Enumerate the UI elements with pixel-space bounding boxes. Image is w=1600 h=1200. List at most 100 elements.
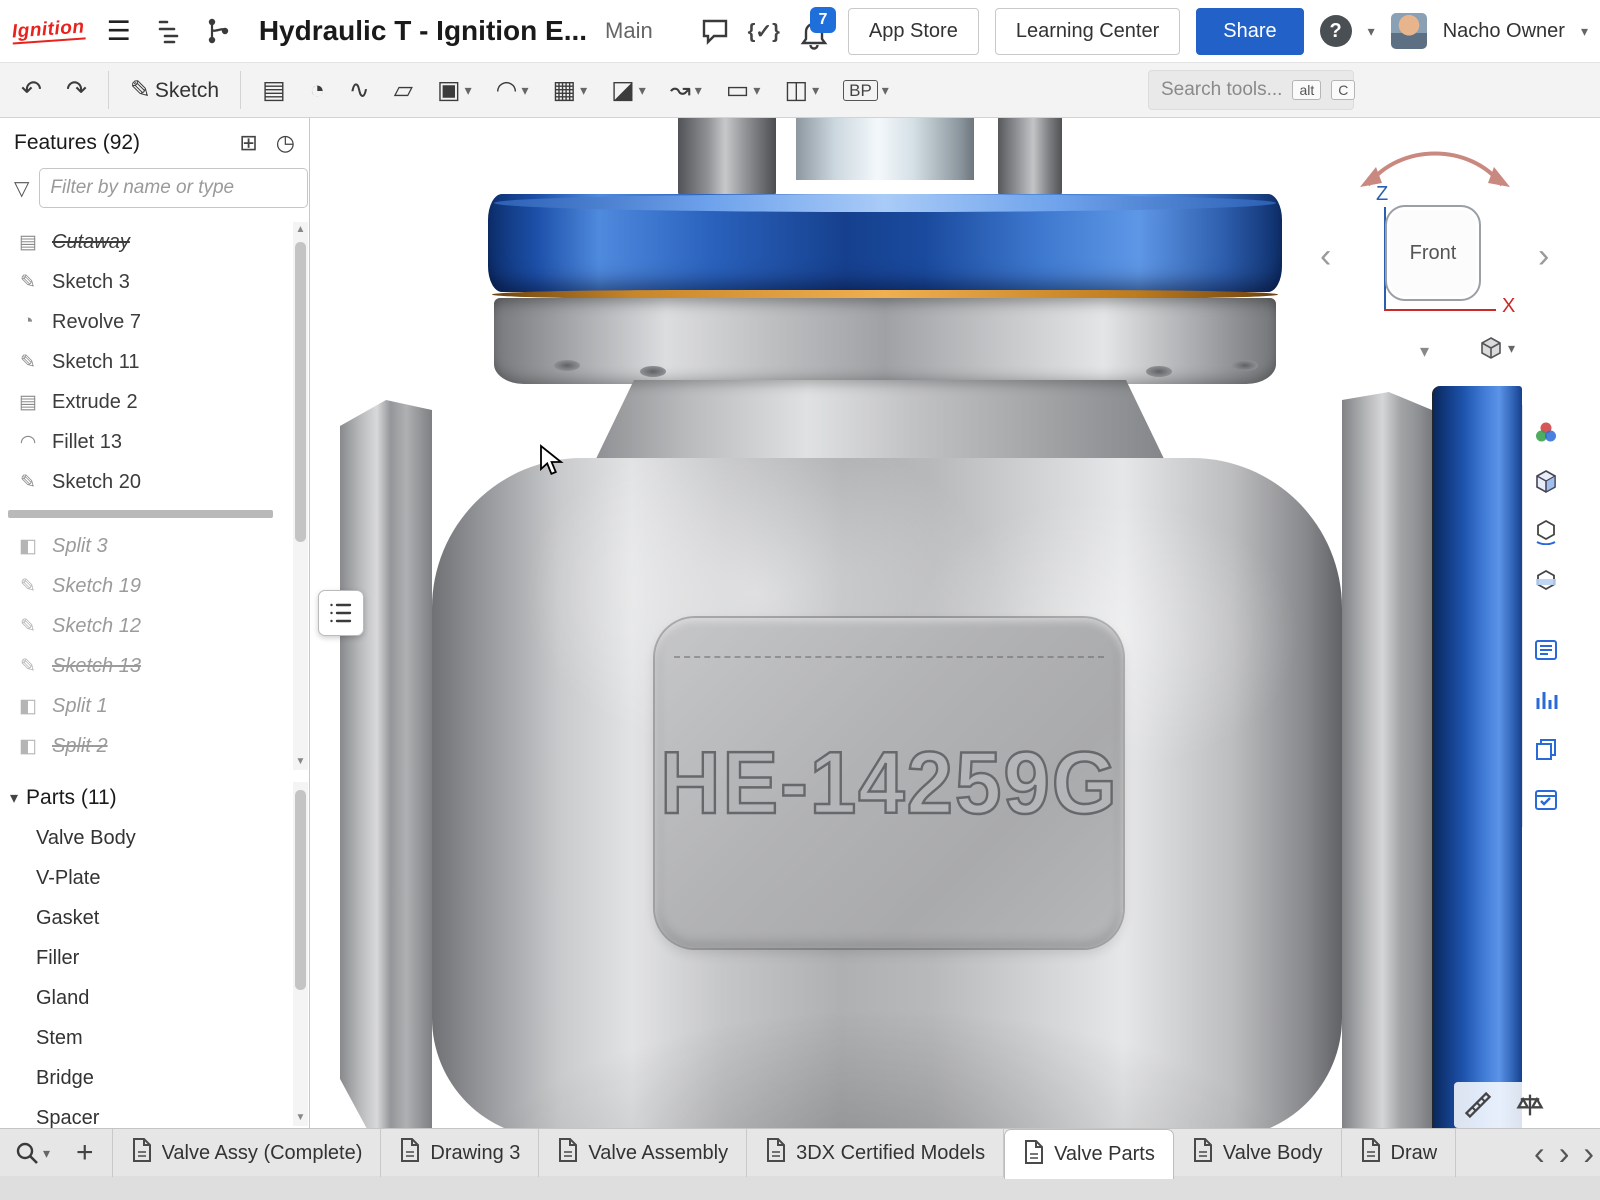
undo-button[interactable]: ↶	[14, 74, 49, 107]
comment-icon[interactable]	[698, 14, 732, 48]
blue-bonnet-flange-geometry[interactable]	[488, 194, 1282, 292]
scroll-up-icon[interactable]: ▲	[293, 222, 308, 238]
blue-mating-part-geometry[interactable]	[1432, 386, 1522, 1128]
pattern-button-group[interactable]: ▦▾	[546, 74, 595, 107]
named-views-icon[interactable]	[1525, 509, 1567, 555]
feature-item[interactable]: ✎ Sketch 12	[0, 606, 289, 646]
nameplate-geometry[interactable]: HE-14259G	[655, 618, 1123, 948]
feature-item[interactable]: ✎ Sketch 19	[0, 566, 289, 606]
document-tab[interactable]: Valve Assy (Complete)	[112, 1129, 382, 1177]
tasks-panel-icon[interactable]	[1525, 777, 1567, 823]
thicken-button-group[interactable]: ▣▾	[430, 74, 479, 107]
left-pipe-flange-geometry[interactable]	[340, 400, 432, 1128]
redo-button[interactable]: ↷	[59, 74, 94, 107]
part-item[interactable]: Spacer	[0, 1098, 289, 1128]
scroll-down-icon[interactable]: ▼	[293, 754, 308, 770]
scroll-down-icon[interactable]: ▼	[293, 1110, 308, 1126]
isometric-view-button[interactable]: ▾	[1478, 335, 1515, 361]
part-item[interactable]: Stem	[0, 1018, 289, 1058]
graphics-viewport[interactable]: HE-14259G ‹ › Z X Front ▾ ▾	[310, 118, 1600, 1128]
feature-item[interactable]: ◔ Revolve 7	[0, 302, 289, 342]
section-view-icon[interactable]	[1525, 559, 1567, 605]
mass-properties-icon[interactable]	[1508, 1084, 1552, 1126]
feature-filter-input[interactable]	[39, 168, 308, 208]
feature-item[interactable]: ✎ Sketch 3	[0, 262, 289, 302]
charts-panel-icon[interactable]	[1525, 677, 1567, 723]
scrollbar-thumb[interactable]	[295, 790, 306, 990]
notes-panel-icon[interactable]	[1525, 627, 1567, 673]
part-item[interactable]: Gland	[0, 978, 289, 1018]
part-item[interactable]: Gasket	[0, 898, 289, 938]
app-store-button[interactable]: App Store	[848, 8, 979, 55]
feature-item[interactable]: ◠ Fillet 13	[0, 422, 289, 462]
right-pipe-flange-geometry[interactable]	[1342, 392, 1432, 1128]
revolve-button[interactable]: ◔	[303, 74, 332, 107]
view-cube-caret-icon[interactable]: ▾	[1420, 341, 1429, 362]
add-tab-button[interactable]: +	[66, 1131, 104, 1175]
search-tabs-button[interactable]: ▾	[8, 1134, 56, 1172]
document-tab[interactable]: Draw	[1342, 1129, 1457, 1177]
custom-feature-bp-button[interactable]: BP▾	[836, 76, 896, 105]
hamburger-menu-icon[interactable]: ☰	[99, 16, 139, 47]
view-cube-front-face[interactable]: Front	[1385, 205, 1481, 301]
part-item[interactable]: V-Plate	[0, 858, 289, 898]
user-menu-caret-icon[interactable]: ▾	[1581, 23, 1588, 40]
share-button[interactable]: Share	[1196, 8, 1303, 55]
boolean-button-group[interactable]: ◪▾	[604, 74, 653, 107]
help-caret-icon[interactable]: ▾	[1368, 23, 1375, 40]
rotate-view-arrows-icon[interactable]	[1330, 133, 1540, 191]
document-title[interactable]: Hydraulic T - Ignition E...	[259, 15, 587, 47]
parts-scrollbar[interactable]: ▼	[293, 782, 308, 1126]
plane-button-group[interactable]: ▭▾	[719, 74, 768, 107]
document-outline-icon[interactable]	[153, 14, 187, 48]
feature-item[interactable]: ▤ Cutaway	[0, 222, 289, 262]
appearance-icon[interactable]	[1525, 409, 1567, 455]
feature-item[interactable]: ✎ Sketch 11	[0, 342, 289, 382]
document-tab[interactable]: Valve Parts	[1004, 1129, 1174, 1179]
learning-center-button[interactable]: Learning Center	[995, 8, 1180, 55]
loft-button[interactable]: ▱	[387, 74, 420, 107]
rollback-bar[interactable]	[8, 510, 273, 518]
user-name[interactable]: Nacho Owner	[1443, 20, 1565, 43]
part-item[interactable]: Bridge	[0, 1058, 289, 1098]
tabs-overflow-icon[interactable]: ›	[1583, 1137, 1594, 1169]
valve-bore-geometry[interactable]	[796, 118, 974, 180]
featurescript-icon[interactable]: {✓}	[748, 19, 780, 44]
rollback-history-icon[interactable]: ◷	[276, 130, 295, 156]
feature-item[interactable]: ✎ Sketch 20	[0, 462, 289, 502]
document-tab[interactable]: Valve Body	[1174, 1129, 1342, 1177]
filter-icon[interactable]: ▽	[14, 176, 29, 201]
feature-list-flyout-button[interactable]	[318, 590, 364, 636]
document-tab[interactable]: 3DX Certified Models	[747, 1129, 1004, 1177]
document-tab[interactable]: Valve Assembly	[539, 1129, 747, 1177]
view-cube[interactable]: ‹ › Z X Front ▾ ▾	[1310, 133, 1566, 383]
feature-item[interactable]: ◧ Split 1	[0, 686, 289, 726]
feature-item[interactable]: ✎ Sketch 13	[0, 646, 289, 686]
sweep-button[interactable]: ∿	[342, 74, 377, 107]
workspace-label[interactable]: Main	[605, 18, 653, 44]
search-tools-input[interactable]: Search tools... alt C	[1148, 70, 1354, 110]
user-avatar[interactable]	[1391, 13, 1427, 49]
scrollbar-thumb[interactable]	[295, 242, 306, 542]
extrude-button[interactable]: ▤	[255, 74, 293, 107]
tabs-scroll-right-icon[interactable]: ›	[1559, 1137, 1570, 1169]
valve-stem-left-geometry[interactable]	[678, 118, 776, 198]
part-item[interactable]: Valve Body	[0, 818, 289, 858]
features-scrollbar[interactable]: ▲ ▼	[293, 222, 308, 770]
fillet-button-group[interactable]: ◠▾	[489, 74, 536, 107]
part-item[interactable]: Filler	[0, 938, 289, 978]
help-icon[interactable]: ?	[1320, 15, 1352, 47]
measure-icon[interactable]	[1456, 1084, 1500, 1126]
notifications-bell-icon[interactable]: 7	[796, 11, 832, 51]
version-tree-icon[interactable]	[201, 14, 235, 48]
document-tab[interactable]: Drawing 3	[381, 1129, 539, 1177]
display-modes-icon[interactable]	[1525, 459, 1567, 505]
documents-panel-icon[interactable]	[1525, 727, 1567, 773]
rotate-left-icon[interactable]: ‹	[1320, 239, 1331, 273]
parts-section-header[interactable]: ▾ Parts (11)	[0, 786, 117, 810]
body-flange-geometry[interactable]	[494, 298, 1276, 384]
feature-item[interactable]: ▤ Extrude 2	[0, 382, 289, 422]
mirror-button-group[interactable]: ◫▾	[777, 74, 826, 107]
spline-button-group[interactable]: ↝▾	[663, 74, 709, 107]
feature-item[interactable]: ◧ Split 2	[0, 726, 289, 766]
